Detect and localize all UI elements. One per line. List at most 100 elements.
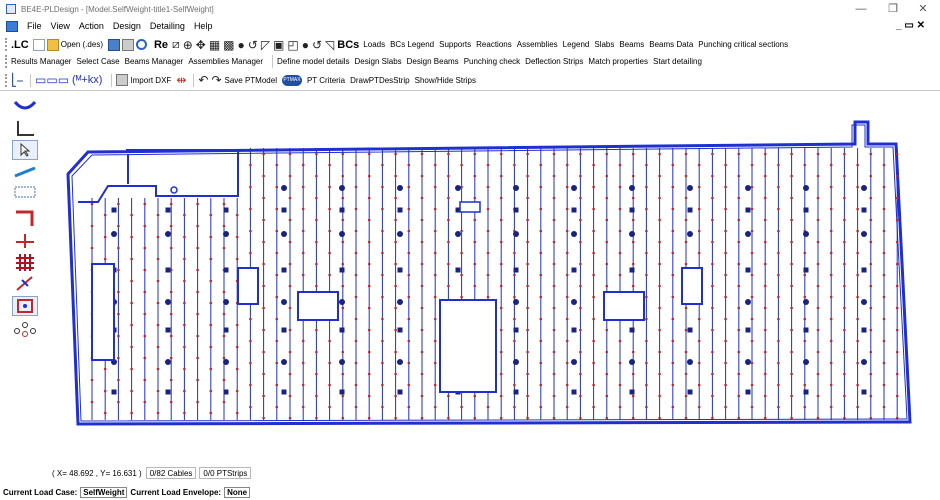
select-case-button[interactable]: Select Case <box>76 57 119 66</box>
nodes-icon[interactable] <box>12 318 38 338</box>
assemblies-button[interactable]: Assemblies <box>517 40 558 49</box>
mdi-window-controls[interactable]: _ ▭ ✕ <box>896 18 925 34</box>
cursor-coordinates: ( X= 48.692 , Y= 16.631 ) <box>52 468 142 478</box>
deflection-strips-button[interactable]: Deflection Strips <box>525 57 583 66</box>
loads-button[interactable]: Loads <box>363 40 385 49</box>
preview-icon[interactable] <box>135 39 147 50</box>
import-dxf-button[interactable]: Import DXF <box>116 74 171 86</box>
strip-node <box>605 372 609 376</box>
slabs-button[interactable]: Slabs <box>594 40 614 49</box>
pan-icon[interactable]: ✥ <box>196 38 206 52</box>
strip-node <box>367 416 371 420</box>
strip-node <box>565 339 569 343</box>
match-properties-button[interactable]: Match properties <box>588 57 648 66</box>
top-left-opening <box>78 149 239 203</box>
assemblies-manager-button[interactable]: Assemblies Manager <box>188 57 263 66</box>
lc-button[interactable]: .LC <box>11 39 29 51</box>
select-grid-icon[interactable]: ▩ <box>223 38 234 52</box>
menu-detailing[interactable]: Detailing <box>150 21 185 31</box>
column-top-icon[interactable] <box>12 208 38 228</box>
design-beams-button[interactable]: Design Beams <box>407 57 459 66</box>
load-case-value[interactable]: SelfWeight <box>80 486 128 498</box>
slab-model-drawing[interactable] <box>48 92 937 462</box>
open-button[interactable]: Open (.des) <box>46 38 103 51</box>
undo-icon[interactable]: ↶ <box>198 73 208 87</box>
cable-icon[interactable]: ⇹ <box>176 73 186 87</box>
bcs-legend-button[interactable]: BCs Legend <box>390 40 434 49</box>
dotted-strip-icon[interactable] <box>12 182 38 202</box>
strip-node <box>288 262 292 266</box>
menu-file[interactable]: File <box>27 21 42 31</box>
ptmax-badge[interactable]: PTMAX <box>281 74 302 86</box>
release-icon[interactable]: ◹ <box>325 38 334 52</box>
strip-node <box>262 306 265 310</box>
model-canvas[interactable] <box>48 92 937 462</box>
beam-icon[interactable]: ◸ <box>261 38 270 52</box>
mesh-grid-icon[interactable] <box>12 252 38 272</box>
column-node <box>339 185 345 191</box>
pt-criteria-button[interactable]: PT Criteria <box>307 76 345 85</box>
draw-beam-icon[interactable] <box>12 162 38 182</box>
strip-icon[interactable]: ▭▭▭ <box>35 73 69 87</box>
load-envelope-value[interactable]: None <box>224 486 251 498</box>
punching-check-button[interactable]: Punching check <box>464 57 520 66</box>
bcs-button[interactable]: BCs <box>337 39 359 51</box>
menu-action[interactable]: Action <box>79 21 104 31</box>
strip-node <box>367 328 371 332</box>
draw-pt-strip-button[interactable]: DrawPTDesStrip <box>350 76 410 85</box>
close-button[interactable]: ✕ <box>908 0 938 18</box>
supports-button[interactable]: Supports <box>439 40 471 49</box>
new-file-icon[interactable] <box>32 38 45 51</box>
rotation-icon[interactable]: ↺ <box>312 38 322 52</box>
menu-design[interactable]: Design <box>113 21 141 31</box>
column-node <box>687 359 693 365</box>
beams-data-button[interactable]: Beams Data <box>649 40 693 49</box>
strip-node <box>816 372 820 376</box>
point-load-icon[interactable]: ● <box>302 38 309 52</box>
show-hide-strips-button[interactable]: Show/Hide Strips <box>415 76 476 85</box>
slab-icon[interactable]: ▣ <box>273 38 284 52</box>
support-icon[interactable]: ● <box>238 38 245 52</box>
strip-node <box>552 240 556 244</box>
save-icon[interactable] <box>107 38 120 51</box>
grid-icon[interactable]: ▦ <box>209 38 220 52</box>
column-node <box>339 207 345 213</box>
start-detailing-button[interactable]: Start detailing <box>653 57 702 66</box>
minimize-button[interactable]: — <box>846 0 876 18</box>
design-slabs-button[interactable]: Design Slabs <box>355 57 402 66</box>
menu-help[interactable]: Help <box>194 21 213 31</box>
redo-icon[interactable]: ↷ <box>211 73 221 87</box>
section-line-icon[interactable]: ⎣⎯ <box>11 73 23 88</box>
deflection-curve-icon[interactable] <box>12 96 38 116</box>
zoom-icon[interactable]: ⊕ <box>183 38 193 52</box>
moment-icon[interactable]: ↺ <box>248 38 258 52</box>
toolbar-grip <box>5 55 8 68</box>
strip-node <box>658 394 661 398</box>
strip-node <box>816 306 820 310</box>
strip-node <box>249 207 252 211</box>
strip-node <box>724 273 727 277</box>
strip-node <box>420 372 424 376</box>
beams-button[interactable]: Beams <box>619 40 644 49</box>
define-model-details-button[interactable]: Define model details <box>277 57 349 66</box>
edit-cable-icon[interactable] <box>12 274 38 294</box>
strip-node <box>222 378 226 382</box>
punching-sections-button[interactable]: Punching critical sections <box>698 40 788 49</box>
strip-node <box>790 284 793 288</box>
re-button[interactable]: Re <box>154 39 168 51</box>
beams-manager-button[interactable]: Beams Manager <box>125 57 184 66</box>
axis-icon[interactable] <box>12 118 38 138</box>
formula-button[interactable]: (ᴹ+kx) <box>72 74 102 86</box>
menu-view[interactable]: View <box>51 21 70 31</box>
column-box-icon[interactable] <box>12 296 38 316</box>
pointer-icon[interactable] <box>12 140 38 160</box>
save-ptmodel-button[interactable]: Save PTModel <box>225 76 277 85</box>
panel-icon[interactable]: ◰ <box>287 38 298 52</box>
legend-button[interactable]: Legend <box>563 40 590 49</box>
reactions-button[interactable]: Reactions <box>476 40 512 49</box>
column-mid-icon[interactable] <box>12 230 38 250</box>
results-manager-button[interactable]: Results Manager <box>11 57 71 66</box>
zoom-window-icon[interactable]: ⧄ <box>172 37 180 52</box>
restore-button[interactable]: ❐ <box>878 0 908 18</box>
print-icon[interactable] <box>121 38 134 51</box>
